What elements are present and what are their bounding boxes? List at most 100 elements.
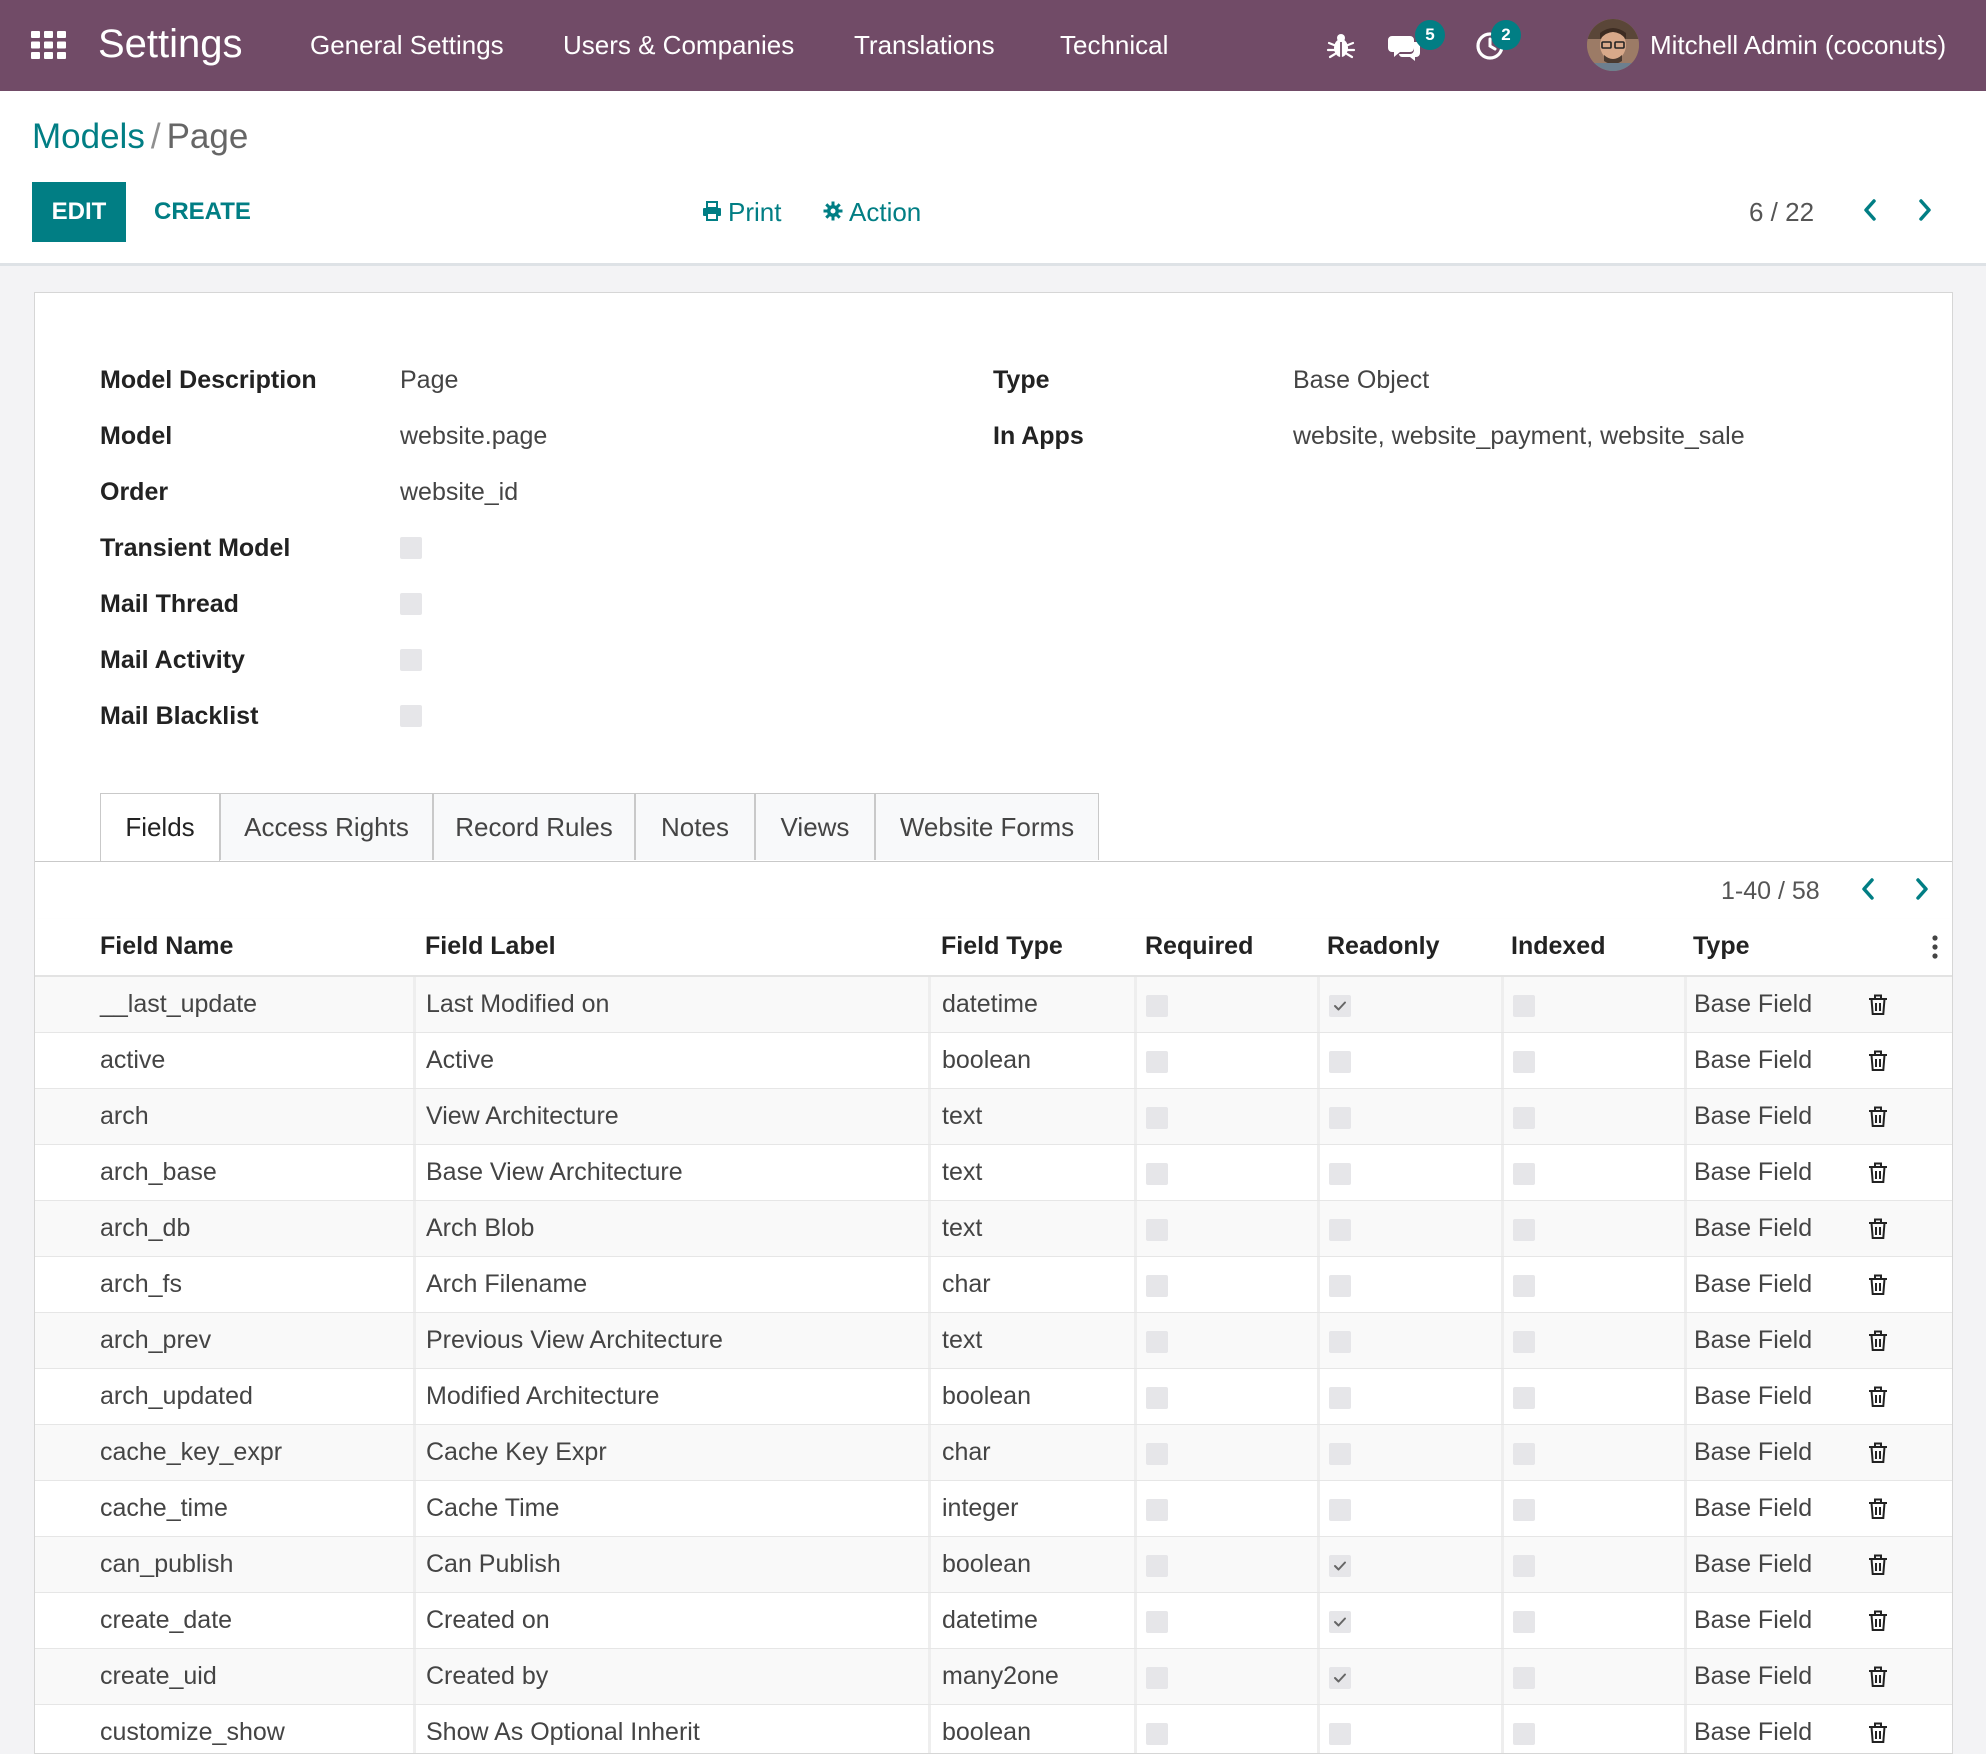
column-header-indexed[interactable]: Indexed [1511,929,1605,963]
tab-views[interactable]: Views [755,793,875,860]
required-checkbox[interactable] [1146,1667,1168,1689]
avatar[interactable] [1587,19,1639,71]
apps-grid-icon[interactable] [31,31,67,59]
trash-icon[interactable] [1866,1441,1890,1465]
bug-icon[interactable] [1326,30,1356,60]
trash-icon[interactable] [1866,1161,1890,1185]
readonly-checkbox[interactable] [1329,1107,1351,1129]
tab-access-rights[interactable]: Access Rights [220,793,433,860]
table-row[interactable]: arch_db Arch Blob text Base Field [35,1201,1952,1257]
indexed-checkbox[interactable] [1513,1219,1535,1241]
tab-notes[interactable]: Notes [635,793,755,860]
required-checkbox[interactable] [1146,1275,1168,1297]
required-checkbox[interactable] [1146,1611,1168,1633]
indexed-checkbox[interactable] [1513,1387,1535,1409]
mail-thread-checkbox[interactable] [400,593,422,615]
readonly-checkbox[interactable] [1329,1443,1351,1465]
optional-columns-kebab-icon[interactable] [1930,933,1940,961]
print-dropdown[interactable]: Print [702,194,781,230]
trash-icon[interactable] [1866,1665,1890,1689]
required-checkbox[interactable] [1146,1051,1168,1073]
indexed-checkbox[interactable] [1513,1275,1535,1297]
edit-button[interactable]: EDIT [32,182,126,242]
trash-icon[interactable] [1866,1385,1890,1409]
required-checkbox[interactable] [1146,1723,1168,1745]
table-row[interactable]: arch View Architecture text Base Field [35,1089,1952,1145]
app-title[interactable]: Settings [98,19,243,69]
list-pager-previous-button[interactable] [1853,873,1883,909]
mail-blacklist-checkbox[interactable] [400,705,422,727]
required-checkbox[interactable] [1146,1163,1168,1185]
trash-icon[interactable] [1866,1497,1890,1521]
trash-icon[interactable] [1866,993,1890,1017]
readonly-checkbox[interactable] [1329,1667,1351,1689]
record-pager-value[interactable]: 6 / 22 [1749,194,1814,230]
readonly-checkbox[interactable] [1329,1219,1351,1241]
column-header-type[interactable]: Type [1693,929,1750,963]
column-header-readonly[interactable]: Readonly [1327,929,1440,963]
required-checkbox[interactable] [1146,1219,1168,1241]
pager-previous-button[interactable] [1855,194,1885,230]
menu-general-settings[interactable]: General Settings [310,28,504,62]
column-header-field-type[interactable]: Field Type [941,929,1063,963]
required-checkbox[interactable] [1146,1331,1168,1353]
table-row[interactable]: cache_time Cache Time integer Base Field [35,1481,1952,1537]
trash-icon[interactable] [1866,1609,1890,1633]
readonly-checkbox[interactable] [1329,1611,1351,1633]
indexed-checkbox[interactable] [1513,995,1535,1017]
table-row[interactable]: create_uid Created by many2one Base Field [35,1649,1952,1705]
transient-model-checkbox[interactable] [400,537,422,559]
required-checkbox[interactable] [1146,1443,1168,1465]
indexed-checkbox[interactable] [1513,1667,1535,1689]
table-row[interactable]: can_publish Can Publish boolean Base Field [35,1537,1952,1593]
indexed-checkbox[interactable] [1513,1555,1535,1577]
table-row[interactable]: cache_key_expr Cache Key Expr char Base Fie… [35,1425,1952,1481]
tab-fields[interactable]: Fields [100,793,220,861]
table-row[interactable]: customize_show Show As Optional Inherit bo… [35,1705,1952,1753]
trash-icon[interactable] [1866,1105,1890,1129]
tab-record-rules[interactable]: Record Rules [433,793,635,860]
table-row[interactable]: active Active boolean Base Field [35,1033,1952,1089]
column-header-required[interactable]: Required [1145,929,1253,963]
readonly-checkbox[interactable] [1329,1499,1351,1521]
table-row[interactable]: arch_updated Modified Architecture boolean… [35,1369,1952,1425]
readonly-checkbox[interactable] [1329,1163,1351,1185]
readonly-checkbox[interactable] [1329,1723,1351,1745]
table-row[interactable]: arch_base Base View Architecture text Base … [35,1145,1952,1201]
trash-icon[interactable] [1866,1217,1890,1241]
menu-users-companies[interactable]: Users & Companies [563,28,794,62]
readonly-checkbox[interactable] [1329,1275,1351,1297]
trash-icon[interactable] [1866,1721,1890,1745]
indexed-checkbox[interactable] [1513,1107,1535,1129]
mail-activity-checkbox[interactable] [400,649,422,671]
column-header-field-label[interactable]: Field Label [425,929,556,963]
list-pager-value[interactable]: 1-40 / 58 [1721,873,1820,909]
indexed-checkbox[interactable] [1513,1443,1535,1465]
trash-icon[interactable] [1866,1553,1890,1577]
trash-icon[interactable] [1866,1273,1890,1297]
readonly-checkbox[interactable] [1329,1051,1351,1073]
readonly-checkbox[interactable] [1329,995,1351,1017]
indexed-checkbox[interactable] [1513,1051,1535,1073]
menu-translations[interactable]: Translations [854,28,995,62]
indexed-checkbox[interactable] [1513,1499,1535,1521]
required-checkbox[interactable] [1146,1107,1168,1129]
trash-icon[interactable] [1866,1329,1890,1353]
action-dropdown[interactable]: Action [823,194,921,230]
column-header-field-name[interactable]: Field Name [100,929,233,963]
user-menu-name[interactable]: Mitchell Admin (coconuts) [1650,28,1946,62]
required-checkbox[interactable] [1146,1499,1168,1521]
readonly-checkbox[interactable] [1329,1387,1351,1409]
table-row[interactable]: arch_prev Previous View Architecture text B… [35,1313,1952,1369]
indexed-checkbox[interactable] [1513,1723,1535,1745]
required-checkbox[interactable] [1146,995,1168,1017]
table-row[interactable]: __last_update Last Modified on datetime Bas… [35,977,1952,1033]
trash-icon[interactable] [1866,1049,1890,1073]
indexed-checkbox[interactable] [1513,1163,1535,1185]
readonly-checkbox[interactable] [1329,1331,1351,1353]
tab-website-forms[interactable]: Website Forms [875,793,1099,860]
required-checkbox[interactable] [1146,1555,1168,1577]
required-checkbox[interactable] [1146,1387,1168,1409]
breadcrumb-models-link[interactable]: Models [32,117,145,156]
indexed-checkbox[interactable] [1513,1331,1535,1353]
